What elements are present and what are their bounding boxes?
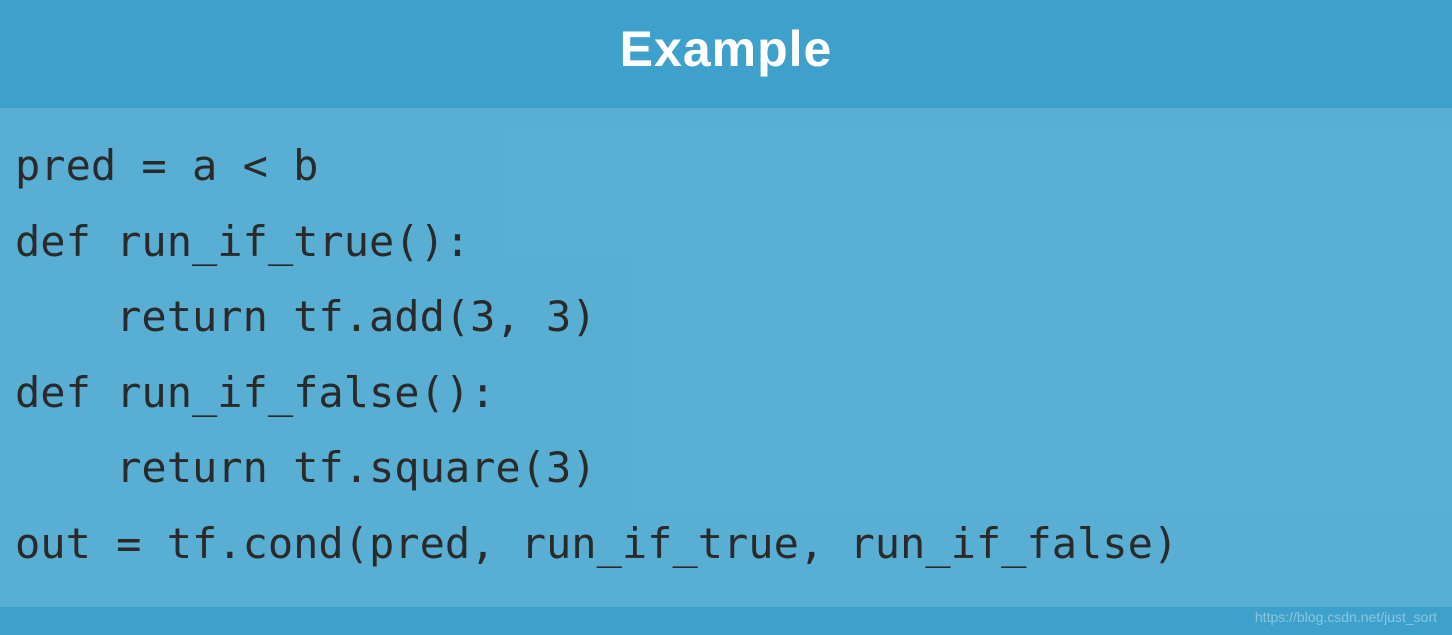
code-block: pred = a < b def run_if_true(): return t…	[0, 108, 1452, 607]
code-line-5: return tf.square(3)	[15, 443, 597, 492]
slide-header: Example	[0, 0, 1452, 108]
code-line-4: def run_if_false():	[15, 368, 495, 417]
code-line-6: out = tf.cond(pred, run_if_true, run_if_…	[15, 519, 1178, 568]
slide-title: Example	[0, 20, 1452, 78]
code-line-3: return tf.add(3, 3)	[15, 292, 597, 341]
code-line-1: pred = a < b	[15, 141, 318, 190]
code-line-2: def run_if_true():	[15, 217, 470, 266]
watermark-text: https://blog.csdn.net/just_sort	[1255, 609, 1437, 625]
